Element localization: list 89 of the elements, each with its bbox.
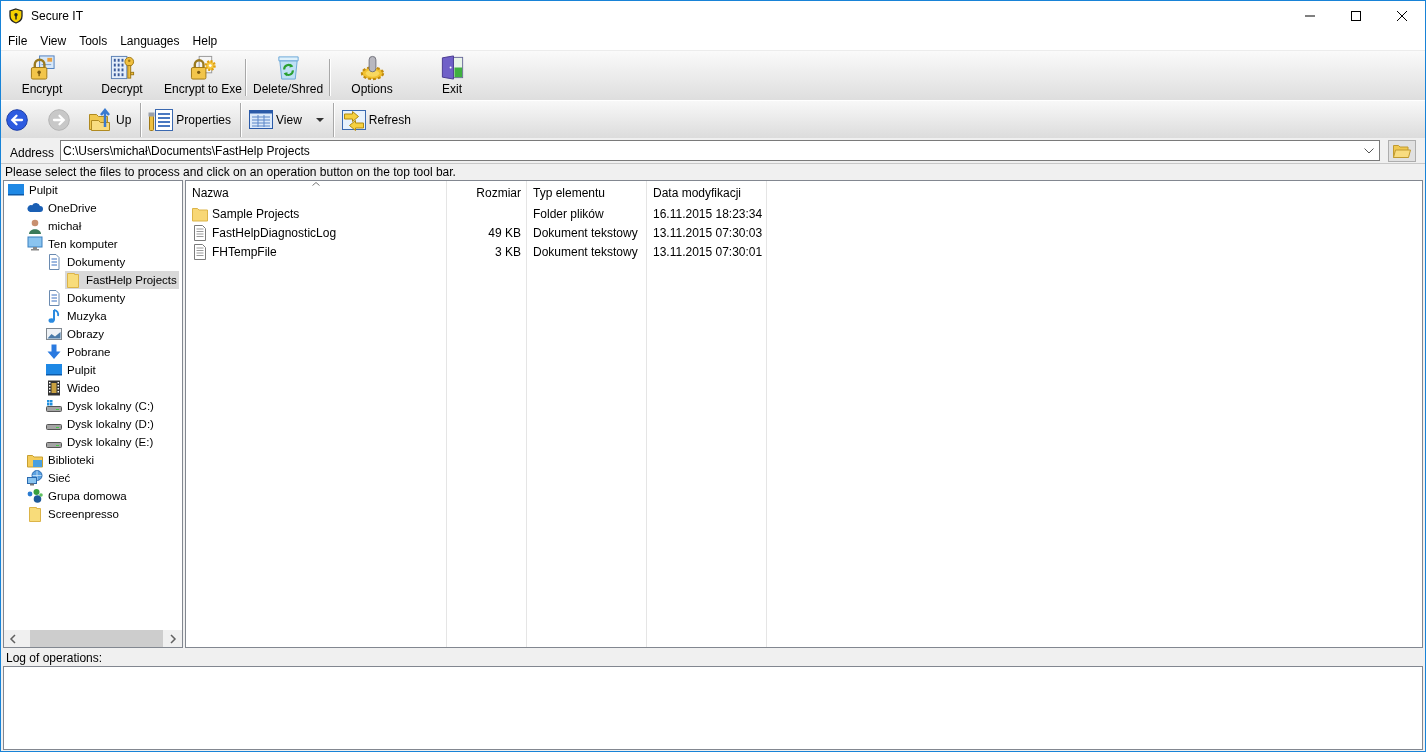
person-icon [27, 218, 43, 234]
network-icon [27, 470, 43, 486]
toolbar-button[interactable]: Up [85, 102, 138, 137]
menu-item[interactable]: Languages [113, 32, 186, 49]
file-type: Dokument tekstowy [532, 224, 639, 242]
lock-card-icon [28, 54, 56, 81]
tree-item[interactable]: Pulpit [8, 181, 60, 199]
maximize-icon [1351, 11, 1361, 21]
toolbar-button[interactable]: Encrypt to Exe [162, 51, 245, 100]
tree-item[interactable]: Dokumenty [46, 253, 128, 271]
toolbar-button[interactable]: Encrypt [2, 51, 82, 100]
film-icon [46, 380, 62, 396]
close-icon [1397, 11, 1407, 21]
music-note-icon [46, 308, 62, 324]
folder-icon [192, 205, 208, 222]
tree-item[interactable]: michał [27, 217, 84, 235]
folder-icon [27, 506, 43, 522]
window-title: Secure IT [31, 9, 84, 23]
folder-icon [1393, 143, 1411, 158]
tree-item[interactable]: Wideo [46, 379, 102, 397]
swap-arrows-icon [340, 107, 367, 132]
modified-date: 13.11.2015 07:30:01 [652, 243, 764, 261]
chevron-down-icon[interactable] [1364, 148, 1374, 154]
library-icon [27, 452, 43, 468]
toolbar-button[interactable]: Delete/Shred [248, 51, 329, 100]
address-field[interactable]: C:\Users\michał\Documents\FastHelp Projects [60, 140, 1380, 161]
toolbar-button[interactable]: Options [332, 51, 413, 100]
document-icon [46, 254, 62, 270]
toolbar-button[interactable]: Properties [145, 102, 238, 137]
chevron-left-icon[interactable] [9, 633, 17, 644]
address-label: Address [10, 145, 55, 160]
tree-item[interactable]: Obrazy [46, 325, 107, 343]
scrollbar-thumb[interactable] [30, 630, 163, 647]
tree-item[interactable]: Biblioteki [27, 451, 97, 469]
menu-item[interactable]: View [33, 32, 73, 49]
monitor-icon [27, 236, 43, 252]
tree-item[interactable]: Muzyka [46, 307, 109, 325]
menu-item[interactable]: Tools [72, 32, 114, 49]
tree-item[interactable]: FastHelp Projects [65, 271, 179, 289]
text-file-icon [192, 243, 208, 260]
file-name[interactable]: FastHelpDiagnosticLog [212, 225, 337, 240]
log-label: Log of operations: [5, 650, 104, 666]
tree-item[interactable]: Pobrane [46, 343, 113, 361]
tree-item[interactable]: Dysk lokalny (E:) [46, 433, 156, 451]
folder-icon [65, 272, 81, 288]
menu-item[interactable]: File [1, 32, 34, 49]
grid-window-icon [248, 107, 275, 132]
tree-item[interactable]: Dysk lokalny (C:) [46, 397, 156, 415]
file-type: Folder plików [532, 205, 605, 223]
tree-item[interactable]: OneDrive [27, 199, 99, 217]
document-icon [46, 290, 62, 306]
drive-icon [46, 398, 62, 414]
binary-key-icon [108, 54, 136, 81]
modified-date: 16.11.2015 18:23:34 [652, 205, 764, 223]
back-icon [6, 108, 28, 131]
file-name[interactable]: Sample Projects [212, 206, 300, 221]
drive-icon [46, 424, 62, 430]
toolbar-button[interactable]: Exit [412, 51, 493, 100]
document-list-icon [148, 107, 175, 132]
gear-icon [358, 54, 386, 81]
toolbar-button[interactable]: View [245, 102, 330, 137]
lock-gear-icon [189, 54, 217, 81]
tree-item[interactable]: Dokumenty [46, 289, 128, 307]
tree-item[interactable]: Sieć [27, 469, 73, 487]
shield-icon [8, 8, 24, 24]
toolbar-button[interactable]: Decrypt [82, 51, 162, 100]
file-size: 49 KB [487, 224, 522, 242]
tree-item[interactable]: Pulpit [46, 361, 98, 379]
forward-icon [48, 108, 70, 131]
text-file-icon [192, 224, 208, 241]
tree-item[interactable]: Grupa domowa [27, 487, 129, 505]
menu-item[interactable]: Help [185, 32, 224, 49]
file-type: Dokument tekstowy [532, 243, 639, 261]
toolbar-button[interactable]: Refresh [337, 102, 417, 137]
tree-item[interactable]: Screenpresso [27, 505, 121, 523]
drive-icon [46, 442, 62, 448]
picture-icon [46, 326, 62, 342]
modified-date: 13.11.2015 07:30:03 [652, 224, 764, 242]
browse-button[interactable] [1388, 139, 1416, 162]
desktop-icon [46, 362, 62, 378]
colored-dots-icon [27, 488, 43, 504]
tree-item[interactable]: Ten komputer [27, 235, 120, 253]
desktop-icon [8, 182, 24, 198]
chevron-right-icon[interactable] [169, 633, 177, 644]
tree-item[interactable]: Dysk lokalny (D:) [46, 415, 156, 433]
horizontal-scrollbar[interactable] [4, 630, 182, 647]
download-arrow-icon [46, 344, 62, 360]
file-size: 3 KB [494, 243, 522, 261]
file-name[interactable]: FHTempFile [212, 244, 277, 259]
